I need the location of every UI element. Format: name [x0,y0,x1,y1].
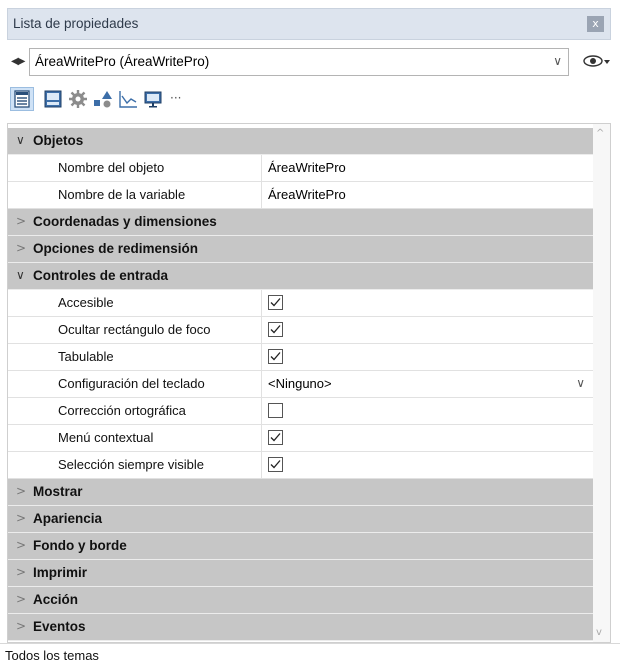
accesible-checkbox[interactable] [268,295,283,310]
section-eventos[interactable]: > Eventos [8,614,593,641]
section-label: Fondo y borde [33,538,127,553]
section-redimension[interactable]: > Opciones de redimensión [8,236,593,263]
property-label: Nombre de la variable [58,187,186,202]
property-row[interactable]: Nombre de la variable ÁreaWritePro [8,182,593,209]
keyboard-config-dropdown[interactable]: <Ninguno> ∨ [261,371,593,398]
section-coordenadas[interactable]: > Coordenadas y dimensiones [8,209,593,236]
chevron-right-icon: > [16,619,27,633]
chevron-right-icon: > [16,484,27,498]
property-value[interactable] [261,344,593,371]
chevron-right-icon: > [16,214,27,228]
close-button[interactable]: x [587,16,604,32]
chevron-down-icon: ∨ [16,268,25,282]
property-label: Tabulable [58,349,114,364]
property-row[interactable]: Ocultar rectángulo de foco [8,317,593,344]
chevron-down-icon: ∨ [16,133,25,147]
property-label: Menú contextual [58,430,154,445]
property-row[interactable]: Menú contextual [8,425,593,452]
section-label: Imprimir [33,565,88,580]
property-list-icon[interactable] [10,87,34,111]
property-value[interactable] [261,290,593,317]
section-imprimir[interactable]: > Imprimir [8,560,593,587]
property-label: Corrección ortográfica [58,403,186,418]
property-row[interactable]: Configuración del teclado <Ninguno> ∨ [8,371,593,398]
section-controles[interactable]: ∨ Controles de entrada [8,263,593,290]
section-objetos[interactable]: ∨ Objetos [8,128,593,155]
property-row[interactable]: Corrección ortográfica [8,398,593,425]
property-value[interactable] [261,452,593,479]
hide-focus-checkbox[interactable] [268,322,283,337]
section-label: Eventos [33,619,86,634]
chevron-right-icon: > [16,565,27,579]
chevron-down-icon: ∨ [553,54,562,68]
vertical-scrollbar[interactable]: ^ v [593,124,610,642]
property-value[interactable]: ÁreaWritePro [261,155,593,182]
section-label: Mostrar [33,484,83,499]
chevron-right-icon: > [16,592,27,606]
scroll-up-icon[interactable]: ^ [596,128,604,139]
more-icon[interactable]: ··· [167,88,189,110]
more-dots: ··· [170,91,182,105]
eye-menu-icon[interactable] [582,52,612,72]
object-selector-dropdown[interactable]: ÁreaWritePro (ÁreaWritePro) ∨ [29,48,569,76]
section-label: Acción [33,592,79,607]
property-row[interactable]: Accesible [8,290,593,317]
context-menu-checkbox[interactable] [268,430,283,445]
theme-toolbar: ··· [7,85,611,115]
property-value[interactable]: ÁreaWritePro [261,182,593,209]
property-label: Nombre del objeto [58,160,165,175]
section-apariencia[interactable]: > Apariencia [8,506,593,533]
section-label: Objetos [33,133,84,148]
object-selector-bar: ◀▶ ÁreaWritePro (ÁreaWritePro) ∨ [7,48,611,78]
theme-filter-label[interactable]: Todos los temas [5,648,99,663]
window-title: Lista de propiedades [13,16,139,31]
property-grid: ∨ Objetos Nombre del objeto ÁreaWritePro… [7,123,611,643]
property-value[interactable] [261,398,593,425]
chart-icon[interactable] [117,88,139,110]
shapes-icon[interactable] [92,88,114,110]
tabulable-checkbox[interactable] [268,349,283,364]
property-label: Ocultar rectángulo de foco [58,322,211,337]
section-accion[interactable]: > Acción [8,587,593,614]
selection-visible-checkbox[interactable] [268,457,283,472]
section-label: Apariencia [33,511,103,526]
property-row[interactable]: Nombre del objeto ÁreaWritePro [8,155,593,182]
property-row[interactable]: Selección siempre visible [8,452,593,479]
variable-name-value[interactable]: ÁreaWritePro [268,187,346,202]
section-fondo[interactable]: > Fondo y borde [8,533,593,560]
status-bar: Todos los temas [0,643,620,667]
property-label: Accesible [58,295,114,310]
section-label: Controles de entrada [33,268,169,283]
navigate-arrows-icon[interactable]: ◀▶ [11,56,25,67]
property-list-panel: Lista de propiedades x ◀▶ ÁreaWritePro (… [0,0,620,667]
title-bar: Lista de propiedades x [7,8,611,40]
selected-object: ÁreaWritePro (ÁreaWritePro) [35,54,210,69]
chevron-down-icon: ∨ [576,376,585,390]
property-row[interactable]: Tabulable [8,344,593,371]
section-mostrar[interactable]: > Mostrar [8,479,593,506]
spellcheck-checkbox[interactable] [268,403,283,418]
chevron-right-icon: > [16,511,27,525]
scroll-down-icon[interactable]: v [596,627,602,638]
property-value[interactable] [261,425,593,452]
chevron-right-icon: > [16,241,27,255]
property-value[interactable] [261,317,593,344]
monitor-icon[interactable] [142,88,164,110]
property-label: Configuración del teclado [58,376,205,391]
section-label: Coordenadas y dimensiones [33,214,217,229]
form-icon[interactable] [42,88,64,110]
property-label: Selección siempre visible [58,457,204,472]
keyboard-config-value: <Ninguno> [268,376,332,391]
gear-icon[interactable] [67,88,89,110]
object-name-value[interactable]: ÁreaWritePro [268,160,346,175]
chevron-right-icon: > [16,538,27,552]
section-label: Opciones de redimensión [33,241,199,256]
